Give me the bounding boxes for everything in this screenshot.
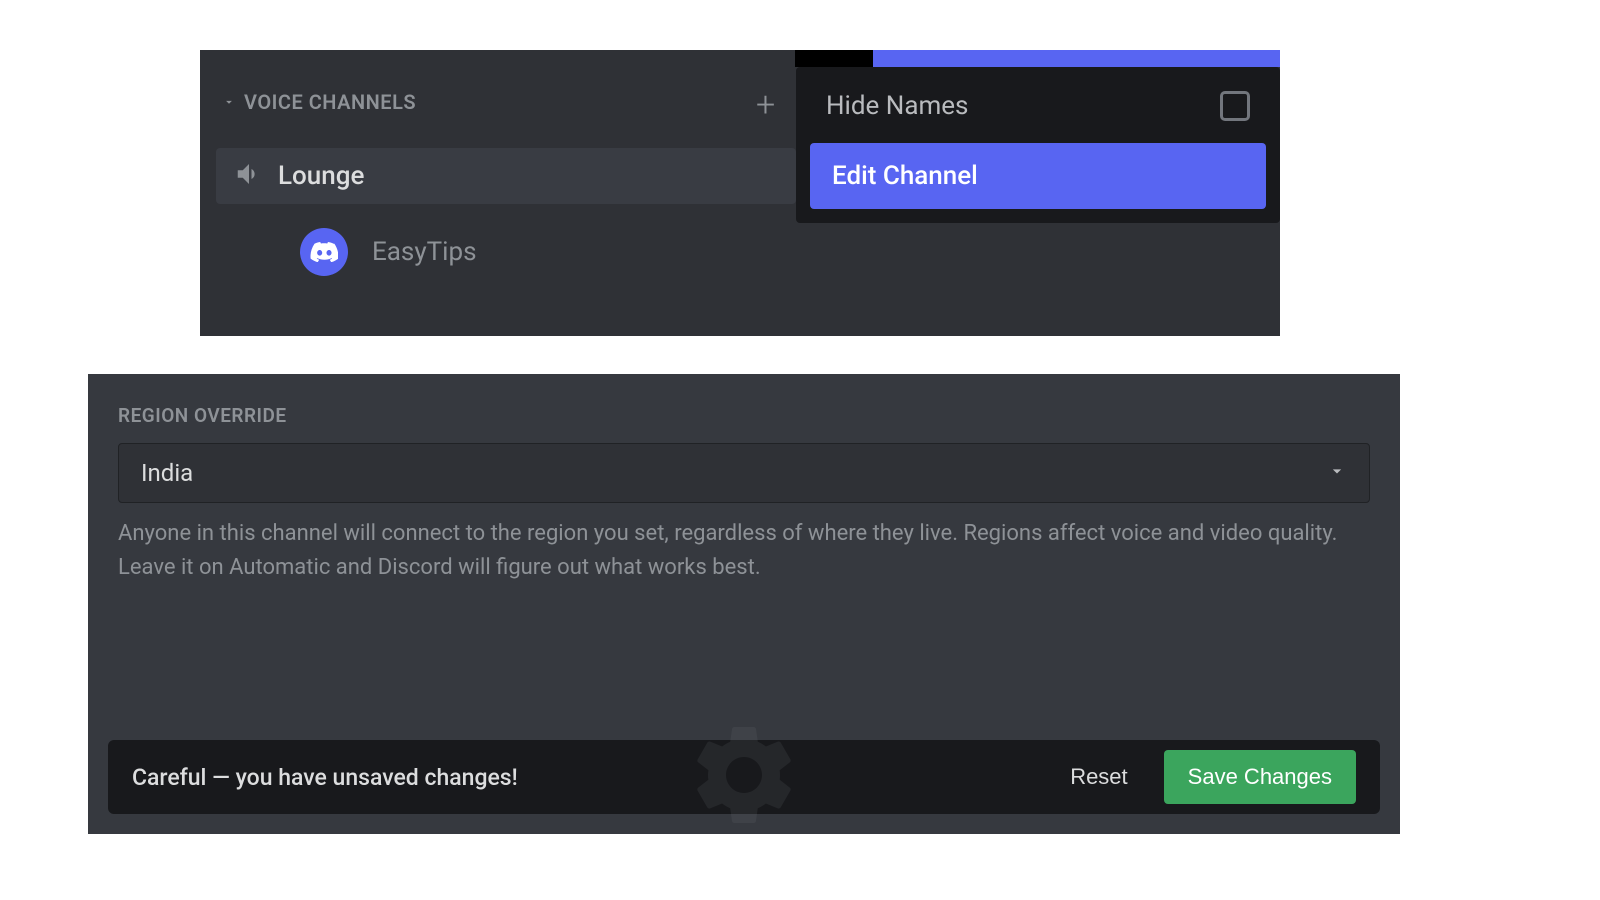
chevron-down-icon bbox=[222, 95, 236, 109]
region-help-text: Anyone in this channel will connect to t… bbox=[118, 517, 1370, 585]
unsaved-warning-text: Careful — you have unsaved changes! bbox=[132, 764, 518, 791]
channel-context-menu: Hide Names Edit Channel bbox=[796, 67, 1280, 223]
gear-icon bbox=[684, 715, 804, 839]
save-changes-button[interactable]: Save Changes bbox=[1164, 750, 1356, 804]
category-label: VOICE CHANNELS bbox=[244, 90, 416, 114]
speaker-icon bbox=[234, 159, 264, 193]
hide-names-label: Hide Names bbox=[826, 91, 968, 121]
user-name-label: EasyTips bbox=[372, 237, 477, 267]
discord-logo-icon bbox=[310, 242, 338, 262]
add-channel-button[interactable]: + bbox=[756, 85, 775, 125]
unsaved-actions: Reset Save Changes bbox=[1054, 750, 1356, 804]
menu-item-hide-names[interactable]: Hide Names bbox=[804, 75, 1272, 143]
voice-channels-category-header[interactable]: VOICE CHANNELS bbox=[222, 90, 416, 114]
region-override-select[interactable]: India bbox=[118, 443, 1370, 503]
chevron-down-icon bbox=[1327, 461, 1347, 485]
voice-user-row[interactable]: EasyTips bbox=[300, 228, 477, 276]
sidebar-panel: VOICE CHANNELS + Lounge EasyTips Hide Na… bbox=[200, 50, 1280, 336]
region-override-heading: REGION OVERRIDE bbox=[118, 404, 1370, 427]
channel-name-label: Lounge bbox=[278, 161, 364, 191]
edit-channel-label: Edit Channel bbox=[832, 161, 978, 191]
black-notch bbox=[795, 50, 873, 67]
avatar bbox=[300, 228, 348, 276]
settings-panel: REGION OVERRIDE India Anyone in this cha… bbox=[88, 374, 1400, 834]
accent-bar bbox=[870, 50, 1280, 67]
unsaved-changes-bar: Careful — you have unsaved changes! Rese… bbox=[108, 740, 1380, 814]
reset-button[interactable]: Reset bbox=[1054, 752, 1143, 802]
checkbox-icon[interactable] bbox=[1220, 91, 1250, 121]
region-select-value: India bbox=[141, 459, 193, 487]
voice-channel-lounge[interactable]: Lounge bbox=[216, 148, 796, 204]
plus-icon: + bbox=[756, 85, 775, 125]
menu-item-edit-channel[interactable]: Edit Channel bbox=[810, 143, 1266, 209]
